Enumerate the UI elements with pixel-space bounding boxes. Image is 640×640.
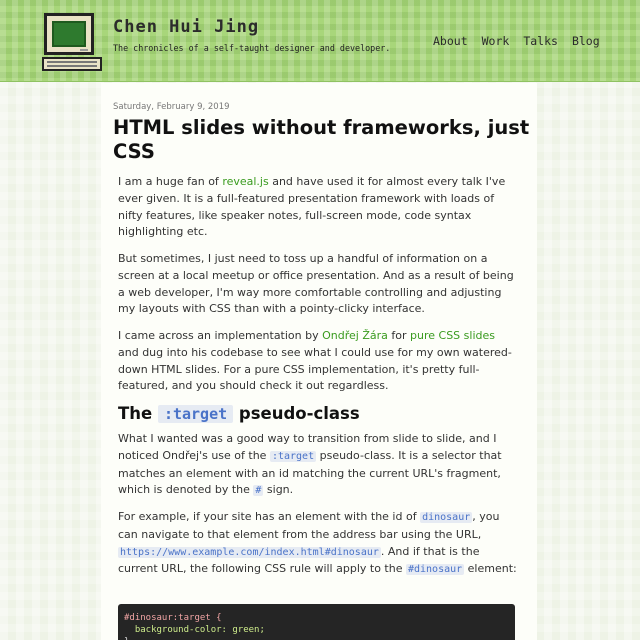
revealjs-link[interactable]: reveal.js xyxy=(222,175,268,188)
text: I am a huge fan of xyxy=(118,175,223,188)
site-header: Chen Hui Jing The chronicles of a self-t… xyxy=(0,0,640,82)
paragraph-5: For example, if your site has an element… xyxy=(118,509,518,579)
code-line: #dinosaur:target { xyxy=(124,613,222,623)
section-heading: The :target pseudo-class xyxy=(118,404,360,423)
ondrej-zara-link[interactable]: Ondřej Žára xyxy=(322,329,388,342)
text: sign. xyxy=(263,483,294,497)
text: The xyxy=(118,404,158,423)
paragraph-4: What I wanted was a good way to transiti… xyxy=(118,431,518,500)
inline-code: dinosaur xyxy=(420,512,473,523)
site-title[interactable]: Chen Hui Jing xyxy=(113,17,259,37)
site-tagline: The chronicles of a self-taught designer… xyxy=(113,43,391,53)
inline-code: :target xyxy=(269,450,317,462)
paragraph-3: I came across an implementation by Ondře… xyxy=(118,328,518,395)
inline-code: # xyxy=(253,485,264,497)
nav-about[interactable]: About xyxy=(433,34,468,48)
text: and dug into his codebase to see what I … xyxy=(118,345,512,393)
post-date: Saturday, February 9, 2019 xyxy=(113,102,230,112)
inline-code: #dinosaur xyxy=(405,564,465,576)
computer-logo-icon[interactable] xyxy=(42,11,104,73)
code-block: #dinosaur:target { background-color: gre… xyxy=(118,604,515,640)
text: for xyxy=(387,329,411,342)
main-nav: About Work Talks Blog xyxy=(433,34,614,48)
code-line: background-color: green; xyxy=(124,625,265,635)
nav-blog[interactable]: Blog xyxy=(572,34,600,48)
code-line: } xyxy=(124,636,509,640)
article: Saturday, February 9, 2019 HTML slides w… xyxy=(101,83,537,640)
paragraph-1: I am a huge fan of reveal.js and have us… xyxy=(118,174,518,241)
nav-talks[interactable]: Talks xyxy=(523,34,558,48)
inline-code: https://www.example.com/index.html#dinos… xyxy=(118,546,381,558)
nav-work[interactable]: Work xyxy=(482,34,510,48)
text: pseudo-class xyxy=(233,404,360,423)
text: For example, if your site has an element… xyxy=(118,510,421,523)
text: element: xyxy=(464,562,517,576)
text: I came across an implementation by xyxy=(118,329,323,342)
pure-css-slides-link[interactable]: pure CSS slides xyxy=(410,329,495,342)
inline-code: :target xyxy=(157,405,234,423)
paragraph-2: But sometimes, I just need to toss up a … xyxy=(118,252,514,316)
post-title: HTML slides without frameworks, just CSS xyxy=(113,116,530,163)
